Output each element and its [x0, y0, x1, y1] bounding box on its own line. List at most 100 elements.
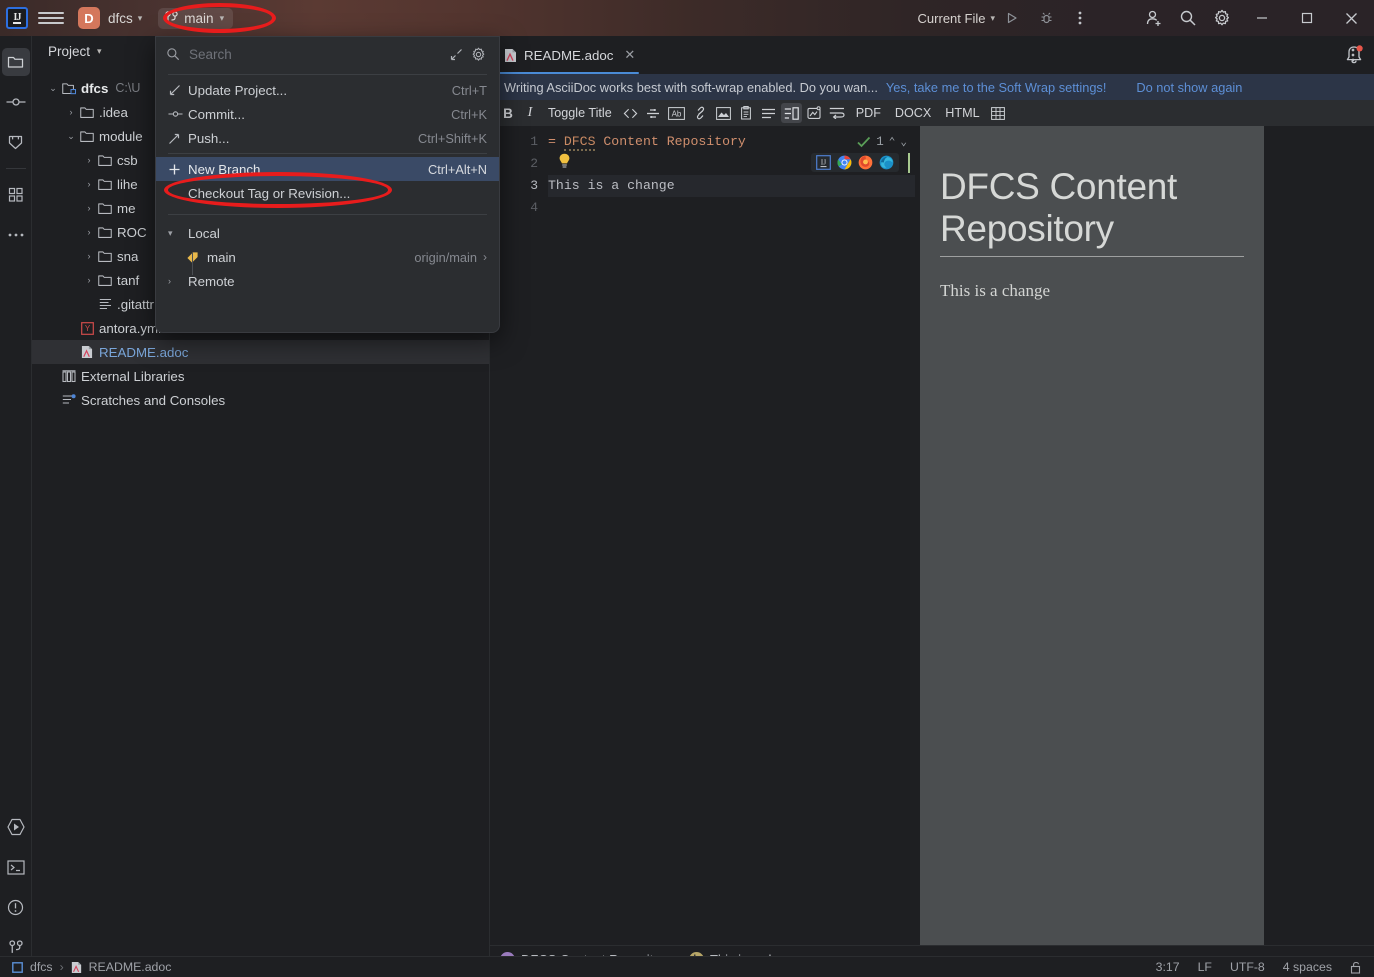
debug-icon[interactable] — [1029, 3, 1063, 33]
code-content[interactable]: = DFCS Content Repository This is a chan… — [548, 126, 915, 945]
intellij-logo-icon: IJ — [6, 7, 28, 29]
status-file-label[interactable]: README.adoc — [89, 960, 172, 974]
menu-item-commit[interactable]: Commit... Ctrl+K — [156, 102, 499, 126]
folder-icon — [96, 178, 114, 191]
scratches-icon — [60, 393, 78, 407]
project-badge: D — [78, 7, 100, 29]
preview-heading: DFCS Content Repository — [940, 166, 1244, 257]
italic-button[interactable]: I — [520, 103, 540, 123]
status-project-label[interactable]: dfcs — [30, 960, 53, 974]
tree-item-label: README.adoc — [99, 344, 189, 360]
tree-item-scratches-and-consoles[interactable]: Scratches and Consoles — [32, 388, 489, 412]
gear-icon[interactable] — [467, 43, 489, 65]
commit-icon[interactable] — [2, 88, 30, 116]
run-icon[interactable] — [995, 3, 1029, 33]
chevron-down-icon[interactable]: ▾ — [138, 13, 143, 24]
expand-icon[interactable] — [445, 43, 467, 65]
tree-item-readme-adoc[interactable]: README.adoc — [32, 340, 489, 364]
indent-setting[interactable]: 4 spaces — [1283, 960, 1332, 974]
soft-wrap-icon[interactable] — [826, 103, 848, 123]
chrome-icon[interactable] — [837, 155, 852, 170]
table-icon[interactable] — [988, 103, 1008, 123]
chevron-right-icon[interactable]: › — [82, 203, 96, 213]
notification-action-link[interactable]: Yes, take me to the Soft Wrap settings! — [886, 80, 1107, 95]
search-everywhere-icon[interactable] — [1171, 3, 1205, 33]
export-docx-button[interactable]: DOCX — [889, 103, 937, 123]
problems-icon[interactable] — [2, 893, 30, 921]
branch-group-remote[interactable]: › Remote — [156, 269, 499, 293]
chevron-right-icon[interactable]: › — [82, 275, 96, 285]
asciidoc-toolbar: B I Toggle Title Ab PDF DOCX HTML — [490, 100, 1374, 126]
caret-position[interactable]: 3:17 — [1156, 960, 1180, 974]
layout-icon[interactable] — [780, 103, 802, 123]
link-icon[interactable] — [690, 103, 711, 123]
line-separator[interactable]: LF — [1198, 960, 1212, 974]
tree-item-label: .gitattr — [117, 296, 154, 312]
menu-item-new-branch[interactable]: New Branch... Ctrl+Alt+N — [156, 157, 499, 181]
branch-item-main[interactable]: main origin/main › — [156, 245, 499, 269]
unlocked-icon[interactable] — [1350, 961, 1362, 974]
intention-bulb-icon[interactable] — [558, 153, 571, 169]
chevron-right-icon[interactable]: › — [82, 251, 96, 261]
chevron-down-icon[interactable]: ⌄ — [64, 131, 78, 142]
minimize-button[interactable] — [1239, 0, 1284, 36]
chevron-right-icon[interactable]: › — [82, 155, 96, 165]
more-actions-icon[interactable] — [1063, 3, 1097, 33]
prev-problem-icon[interactable]: ⌃ — [889, 135, 896, 149]
code-editor[interactable]: 1234 = DFCS Content Repository This is a… — [490, 126, 915, 945]
yaml-file-icon: Y — [78, 321, 96, 335]
asciidoc-preview: DFCS Content Repository This is a change — [915, 126, 1374, 945]
clipboard-icon[interactable] — [736, 103, 756, 123]
export-html-button[interactable]: HTML — [939, 103, 985, 123]
tree-item-external-libraries[interactable]: External Libraries — [32, 364, 489, 388]
menu-item-checkout-tag[interactable]: Checkout Tag or Revision... — [156, 181, 499, 205]
chevron-right-icon[interactable]: › — [82, 179, 96, 189]
hamburger-menu-icon[interactable] — [38, 5, 64, 31]
run-tool-icon[interactable] — [2, 813, 30, 841]
project-name-label[interactable]: dfcs — [108, 11, 133, 26]
file-encoding[interactable]: UTF-8 — [1230, 960, 1265, 974]
image-icon[interactable] — [713, 103, 734, 123]
settings-icon[interactable] — [1205, 3, 1239, 33]
diagram-icon[interactable] — [804, 103, 824, 123]
next-problem-icon[interactable]: ⌄ — [900, 135, 907, 149]
terminal-icon[interactable] — [2, 853, 30, 881]
close-button[interactable] — [1329, 0, 1374, 36]
search-input[interactable] — [189, 46, 349, 62]
tree-item-label: lihe — [117, 176, 138, 192]
chevron-down-icon[interactable]: ⌄ — [46, 83, 60, 94]
notifications-bell-icon[interactable] — [1344, 44, 1364, 66]
project-folder-icon[interactable] — [1, 48, 30, 76]
chevron-right-icon[interactable]: › — [82, 227, 96, 237]
inspection-widget[interactable]: 1 ⌃ ⌄ — [857, 131, 907, 153]
notification-message: Writing AsciiDoc works best with soft-wr… — [504, 79, 878, 95]
close-icon[interactable]: ✕ — [624, 47, 635, 63]
firefox-icon[interactable] — [858, 155, 873, 170]
branch-selector[interactable]: main ▾ — [158, 7, 234, 29]
export-pdf-button[interactable]: PDF — [850, 103, 887, 123]
bold-button[interactable]: B — [498, 103, 518, 123]
add-collaborator-icon[interactable] — [1137, 3, 1171, 33]
pull-requests-icon[interactable] — [2, 128, 30, 156]
push-icon — [168, 132, 188, 145]
toggle-title-button[interactable]: Toggle Title — [542, 103, 618, 123]
menu-item-push[interactable]: Push... Ctrl+Shift+K — [156, 126, 499, 150]
maximize-button[interactable] — [1284, 0, 1329, 36]
run-configuration-selector[interactable]: Current File ▾ — [918, 11, 995, 26]
more-tool-windows-icon[interactable] — [2, 221, 30, 249]
notification-dismiss-link[interactable]: Do not show again — [1136, 80, 1242, 95]
attributes-icon[interactable]: Ab — [665, 103, 688, 123]
chevron-down-icon[interactable]: ▾ — [97, 46, 102, 57]
list-icon[interactable] — [758, 103, 779, 123]
chevron-right-icon[interactable]: › — [64, 107, 78, 117]
svg-text:IJ: IJ — [821, 158, 826, 167]
strikethrough-icon[interactable] — [643, 103, 663, 123]
structure-icon[interactable] — [2, 181, 30, 209]
edge-icon[interactable] — [879, 155, 894, 170]
tab-readme-adoc[interactable]: README.adoc ✕ — [490, 36, 645, 74]
code-icon[interactable] — [620, 103, 641, 123]
intellij-preview-icon[interactable]: IJ — [816, 155, 831, 170]
search-field-wrapper[interactable] — [166, 46, 445, 62]
branch-group-local[interactable]: ▾ Local — [156, 221, 499, 245]
menu-item-update-project[interactable]: Update Project... Ctrl+T — [156, 78, 499, 102]
